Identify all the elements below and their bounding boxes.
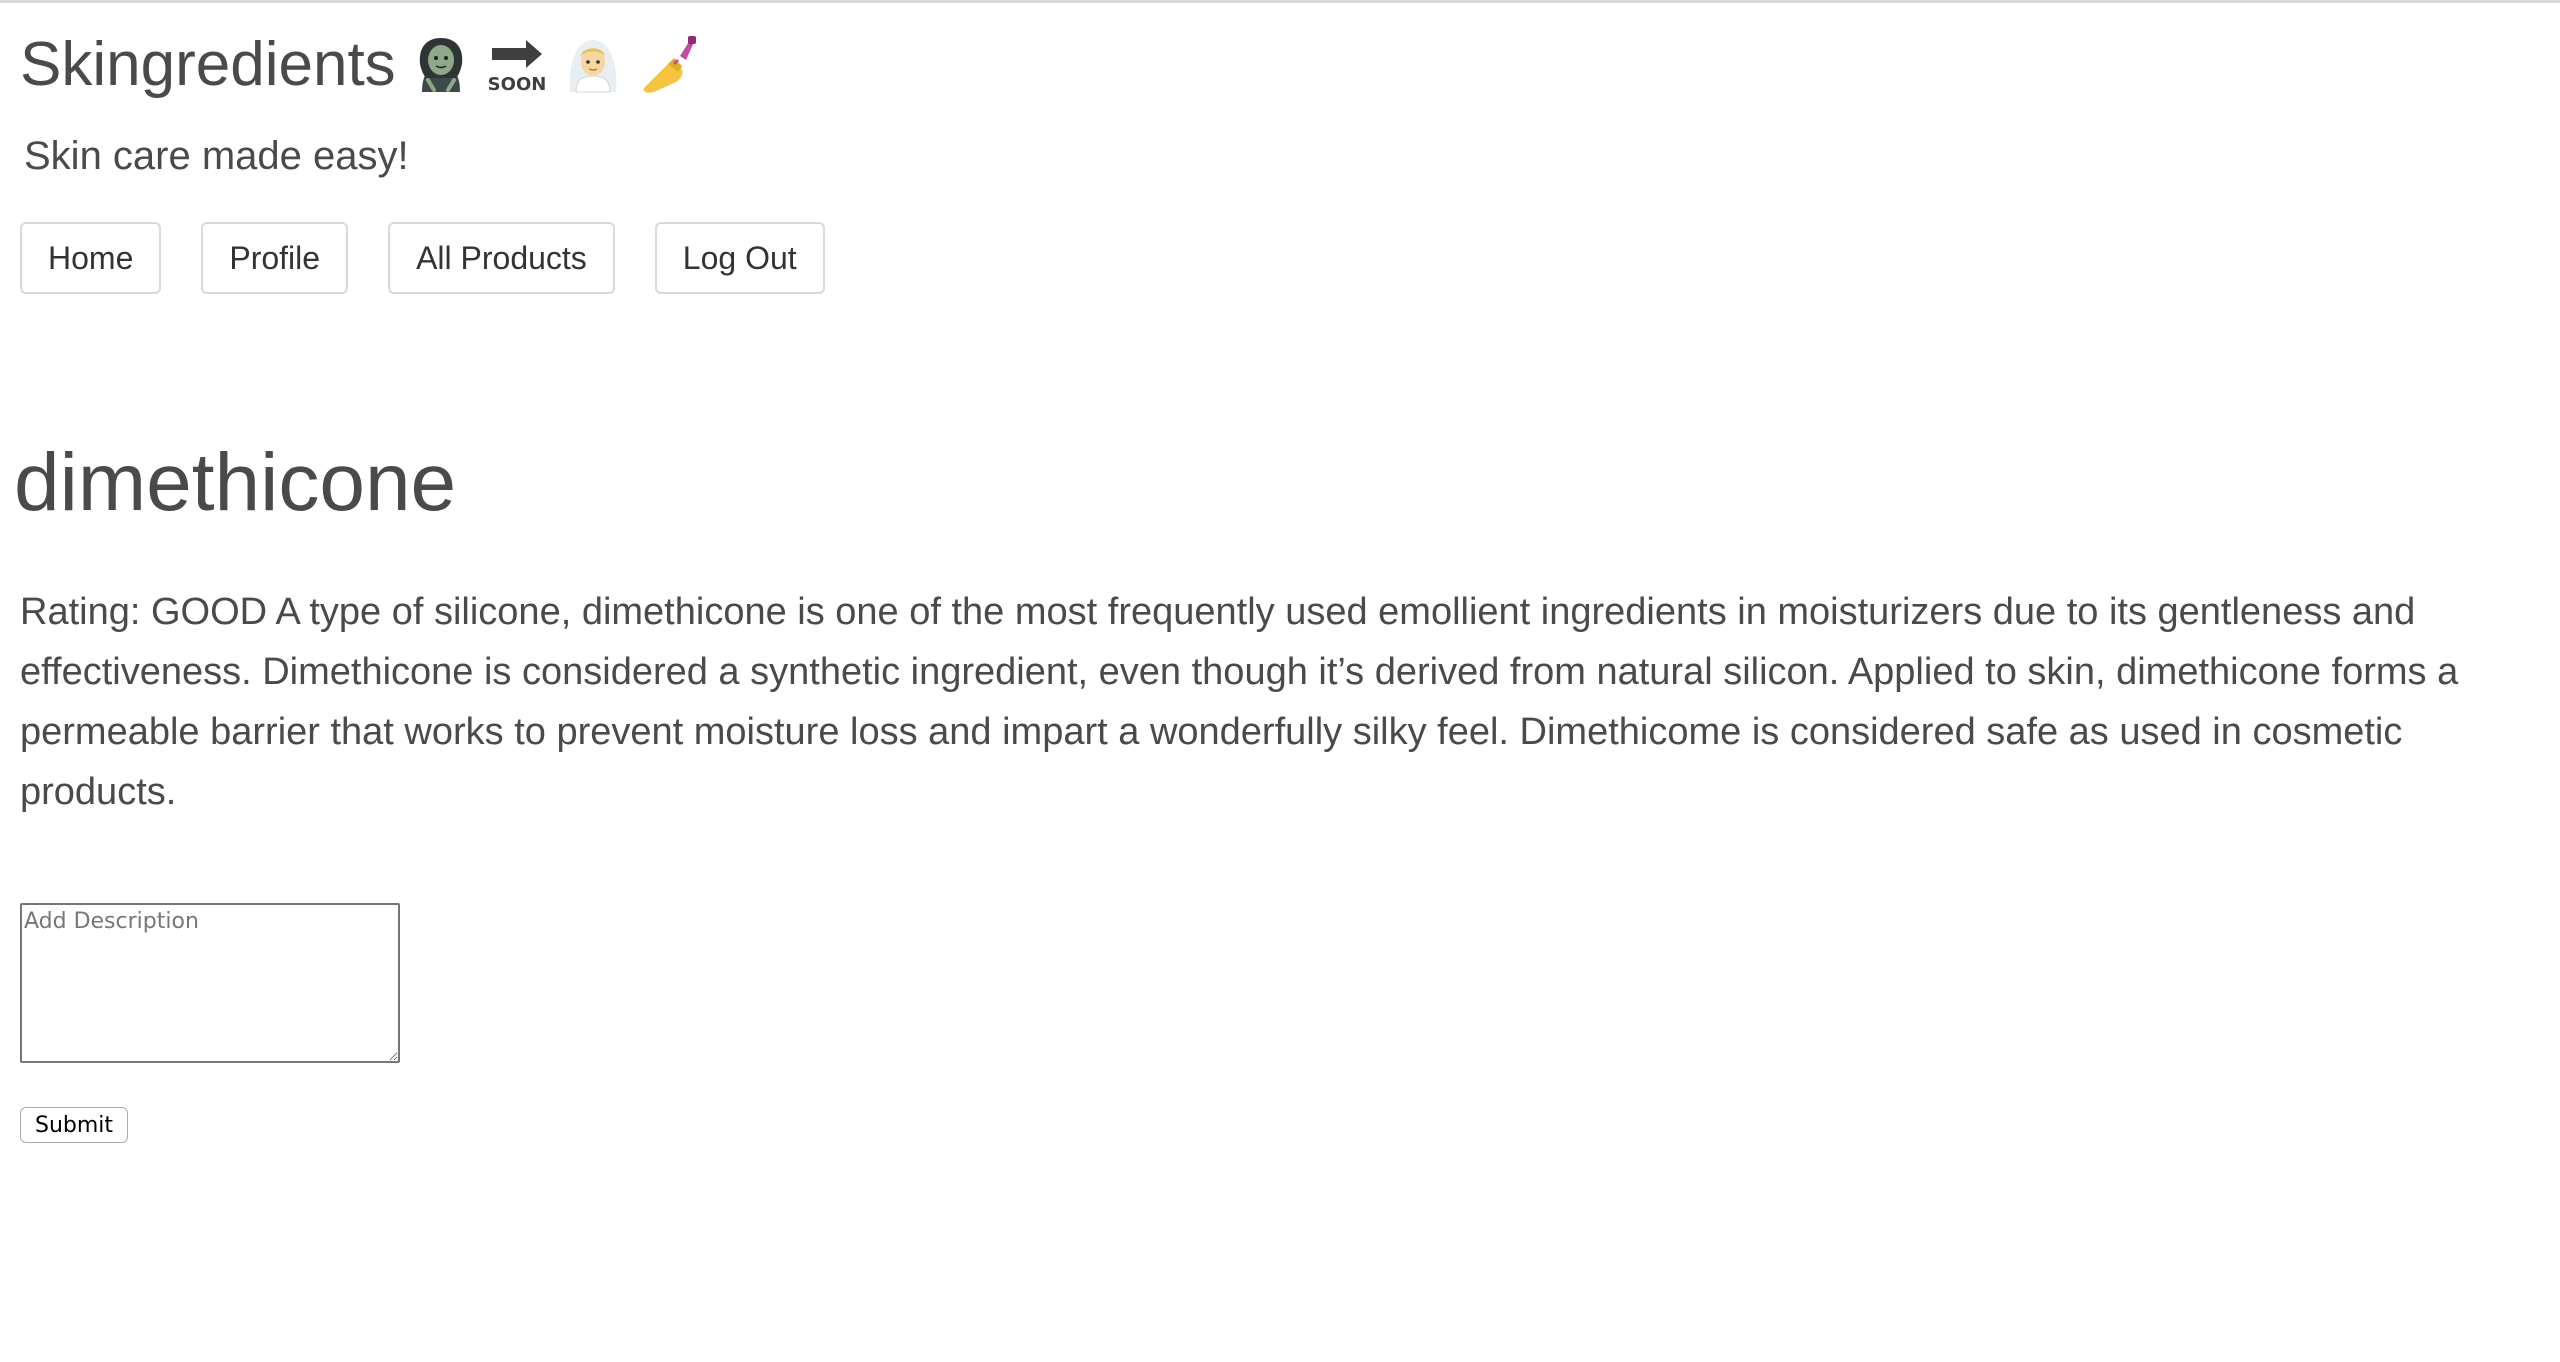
app-title-text: Skingredients [20, 30, 396, 99]
ingredient-description: Rating: GOOD A type of silicone, dimethi… [20, 591, 2459, 813]
soon-arrow-icon: SOON [486, 34, 548, 96]
top-border [0, 0, 2560, 3]
nav-log-out-button[interactable]: Log Out [654, 222, 825, 294]
zombie-woman-icon [410, 34, 472, 96]
app-title: Skingredients SOON [20, 24, 700, 106]
nav-profile-button[interactable]: Profile [201, 222, 349, 294]
nav-home-button[interactable]: Home [20, 222, 162, 294]
header: Skingredients SOON [20, 24, 700, 106]
ingredient-name: dimethicone [14, 437, 457, 528]
nav-all-products-button[interactable]: All Products [388, 222, 615, 294]
bride-icon [562, 34, 624, 96]
nail-polish-icon [638, 34, 700, 96]
submit-button[interactable]: Submit [20, 1107, 129, 1143]
main-nav: Home Profile All Products Log Out [20, 222, 825, 294]
title-emojis: SOON [410, 34, 700, 96]
add-description-input[interactable] [20, 903, 400, 1063]
tagline: Skin care made easy! [24, 134, 409, 178]
description-form [20, 903, 400, 1063]
svg-text:SOON: SOON [487, 74, 546, 95]
